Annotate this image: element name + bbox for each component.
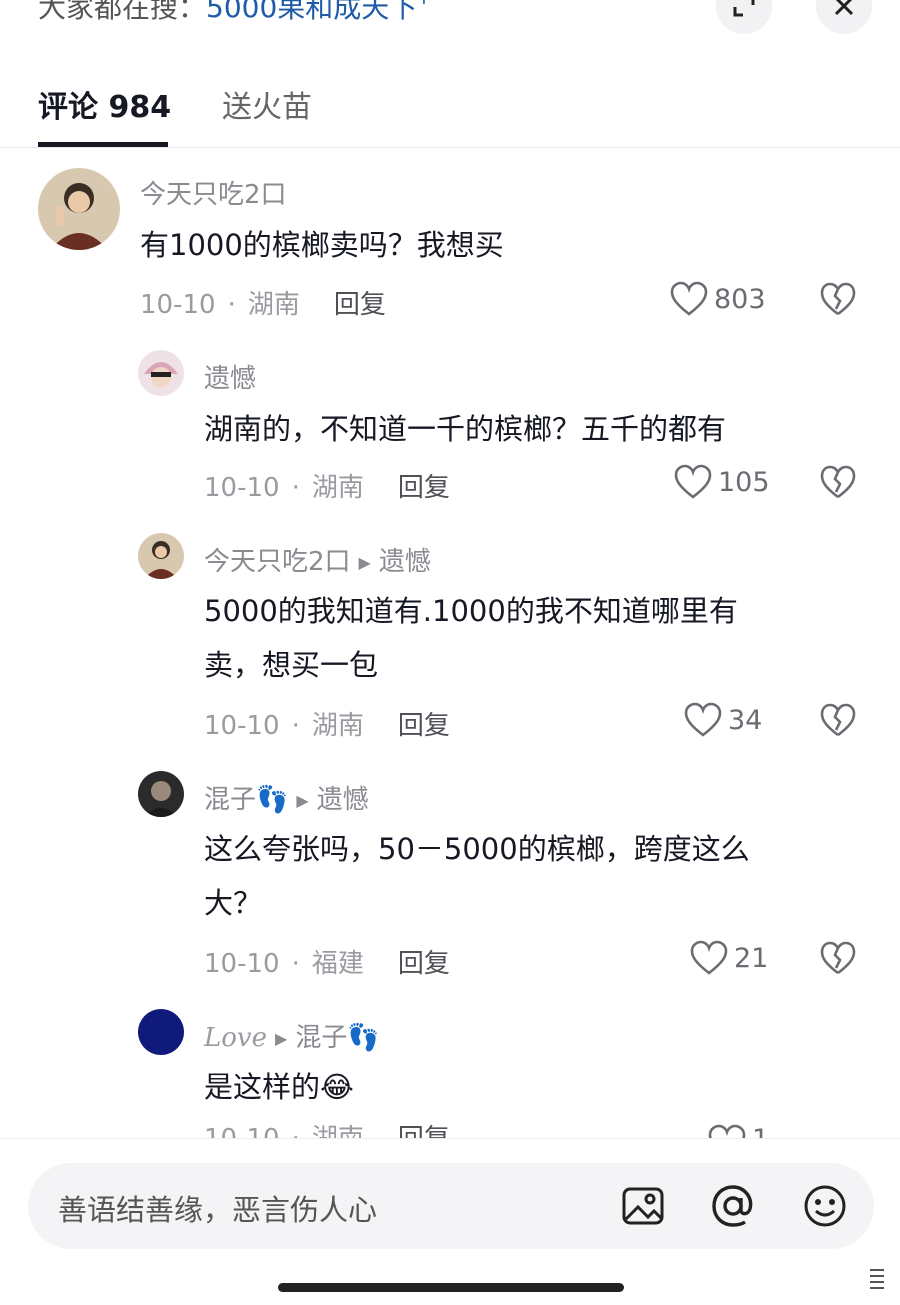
- comment-author-reply[interactable]: 混子👣 ▶ 遗憾: [204, 779, 369, 816]
- broken-heart-icon[interactable]: [820, 703, 856, 739]
- search-suggestion-prefix: 大家都在搜：: [38, 0, 207, 24]
- comment-text: 5000的我知道有.1000的我不知道哪里有 卖，想买一包: [204, 584, 738, 692]
- comment-meta: 10-10·湖南回复: [204, 473, 450, 503]
- heart-icon: [708, 1124, 746, 1138]
- tab-send-fire[interactable]: 送火苗: [222, 82, 312, 126]
- comment-tabs: 评论 984 送火苗: [0, 70, 900, 148]
- comment-meta: 10-10·湖南回复: [204, 711, 450, 741]
- comment-meta: 10-10 · 福建 回复: [204, 949, 450, 979]
- expand-button[interactable]: [716, 0, 772, 34]
- avatar[interactable]: [38, 168, 120, 250]
- comment-text: 是这样的😂: [204, 1070, 354, 1104]
- grip-icon: [870, 1269, 884, 1289]
- comment-location: 湖南: [247, 290, 300, 320]
- comment-input-placeholder: 善语结善缘，恶言伤人心: [58, 1193, 378, 1227]
- search-suggestion-keyword[interactable]: 5000果和成天下: [206, 0, 417, 24]
- comment-input-bar: 善语结善缘，恶言伤人心: [0, 1138, 900, 1305]
- like-count: 21: [734, 942, 769, 974]
- close-icon: [834, 0, 854, 16]
- comment-author[interactable]: 混子👣: [204, 785, 288, 815]
- comment-date: 10-10: [140, 290, 216, 320]
- like-button[interactable]: 1: [708, 1124, 769, 1138]
- heart-icon: [674, 464, 712, 499]
- comment-input[interactable]: 善语结善缘，恶言伤人心: [28, 1163, 874, 1249]
- broken-heart-icon[interactable]: [820, 465, 856, 501]
- like-count: 1: [752, 1124, 769, 1138]
- reply-arrow-icon: ▶: [296, 791, 309, 810]
- reply-button[interactable]: 回复: [334, 290, 386, 320]
- close-button[interactable]: [816, 0, 872, 34]
- comment-location: 湖南: [311, 711, 364, 741]
- comment-location: 湖南: [312, 1124, 364, 1138]
- comment-location: 福建: [311, 949, 364, 979]
- comment-date: 10-10: [204, 1124, 280, 1138]
- comment-author[interactable]: Love: [204, 1023, 267, 1053]
- comment-date: 10-10: [204, 473, 280, 503]
- comment-text: 有1000的槟榔卖吗？我想买: [140, 228, 504, 262]
- reply-button[interactable]: 回复: [398, 711, 450, 741]
- like-count: 803: [714, 283, 766, 315]
- comment-text-line: 卖，想买一包: [204, 648, 379, 682]
- like-count: 34: [728, 704, 763, 736]
- comment-meta: 10-10·湖南回复: [204, 1124, 450, 1138]
- tab-comments[interactable]: 评论 984: [38, 82, 171, 126]
- reply-arrow-icon: ▶: [275, 1029, 288, 1048]
- broken-heart-icon[interactable]: [820, 282, 856, 318]
- comment-location: 湖南: [311, 473, 364, 503]
- top-bar: 大家都在搜：5000果和成天下⚲: [0, 0, 900, 40]
- comment-author[interactable]: 今天只吃2口: [204, 547, 351, 577]
- heart-icon: [690, 940, 728, 975]
- search-icon: ⚲: [417, 0, 430, 7]
- expand-icon: [733, 0, 755, 17]
- comment-text-line: 大？: [204, 886, 263, 920]
- comment-text: 这么夸张吗，50－5000的槟榔，跨度这么 大？: [204, 822, 750, 930]
- reply-button[interactable]: 回复: [398, 1124, 450, 1138]
- avatar[interactable]: [138, 1009, 184, 1055]
- comment-date: 10-10: [204, 711, 280, 741]
- like-button[interactable]: 34: [684, 702, 762, 738]
- reply-arrow-icon: ▶: [358, 553, 371, 572]
- comment-meta: 10-10·湖南回复: [140, 290, 386, 320]
- emoji-icon[interactable]: [802, 1183, 848, 1229]
- comment-text-line: 这么夸张吗，50－5000的槟榔，跨度这么: [204, 832, 750, 866]
- avatar[interactable]: [138, 533, 184, 579]
- comment-author-reply[interactable]: Love ▶ 混子👣: [204, 1017, 380, 1054]
- home-indicator[interactable]: [278, 1283, 624, 1292]
- reply-button[interactable]: 回复: [398, 473, 450, 503]
- comment-text-line: 5000的我知道有.1000的我不知道哪里有: [204, 594, 738, 628]
- at-icon[interactable]: [710, 1183, 756, 1229]
- comment-date: 10-10: [204, 949, 280, 979]
- like-count: 105: [718, 466, 770, 498]
- like-button[interactable]: 803: [670, 281, 766, 317]
- comment-author[interactable]: 遗憾: [204, 358, 256, 395]
- comment-author[interactable]: 今天只吃2口: [140, 174, 287, 211]
- heart-icon: [684, 702, 722, 737]
- comment-text: 湖南的，不知道一千的槟榔？五千的都有: [204, 412, 727, 446]
- reply-to-author[interactable]: 混子👣: [295, 1023, 379, 1053]
- avatar[interactable]: [138, 771, 184, 817]
- like-button[interactable]: 105: [674, 464, 770, 500]
- comment-author-reply[interactable]: 今天只吃2口 ▶ 遗憾: [204, 541, 431, 578]
- reply-button[interactable]: 回复: [398, 949, 450, 979]
- reply-to-author[interactable]: 遗憾: [317, 785, 369, 815]
- reply-to-author[interactable]: 遗憾: [379, 547, 431, 577]
- active-tab-indicator: [38, 142, 168, 147]
- image-icon[interactable]: [620, 1183, 666, 1229]
- avatar[interactable]: [138, 350, 184, 396]
- heart-icon: [670, 281, 708, 316]
- search-suggestion[interactable]: 大家都在搜：5000果和成天下⚲: [38, 0, 430, 26]
- like-button[interactable]: 21: [690, 940, 768, 976]
- broken-heart-icon[interactable]: [820, 941, 856, 977]
